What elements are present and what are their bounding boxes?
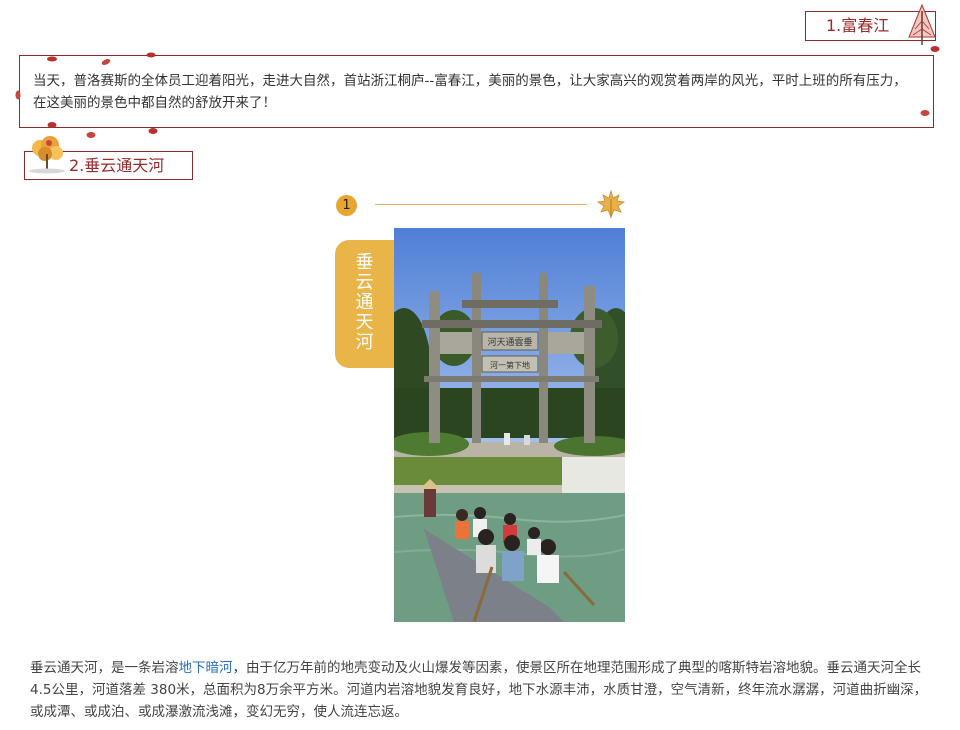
petal-icon: [920, 110, 930, 116]
petal-icon: [101, 59, 111, 65]
arch-sign-bottom: 河一第下地: [490, 360, 530, 370]
intro-text: 当天，普洛赛斯的全体员工迎着阳光，走进大自然，首站浙江桐庐--富春江，美丽的景色…: [33, 73, 907, 111]
description-text: 垂云通天河，是一条岩溶: [30, 660, 179, 676]
description-paragraph: 垂云通天河，是一条岩溶地下暗河，由于亿万年前的地壳变动及火山爆发等因素，使景区所…: [30, 657, 930, 723]
section-title-text: 2.垂云通天河: [69, 156, 165, 175]
arch-sign-top: 河天通雲垂: [487, 336, 532, 348]
petal-icon: [148, 128, 158, 134]
underground-river-link[interactable]: 地下暗河: [179, 660, 233, 676]
autumn-tree-icon: [29, 136, 65, 174]
vertical-title-char: 垂: [355, 252, 374, 273]
vertical-title-char: 河: [355, 332, 374, 353]
petal-icon: [146, 52, 156, 58]
petal-icon: [930, 46, 940, 52]
vertical-title-char: 天: [355, 312, 374, 333]
archway-photo: 河天通雲垂 河一第下地: [394, 228, 625, 457]
step-number-badge: 1: [336, 195, 357, 216]
petal-icon: [47, 56, 57, 62]
intro-paragraph-box: 当天，普洛赛斯的全体员工迎着阳光，走进大自然，首站浙江桐庐--富春江，美丽的景色…: [19, 55, 934, 128]
boat-ride-photo: [394, 457, 625, 622]
maple-leaf-icon: [596, 189, 626, 219]
tree-icon: [908, 3, 936, 45]
section-title-text: 1.富春江: [826, 16, 890, 35]
petal-icon: [47, 122, 57, 128]
petal-icon: [15, 90, 21, 100]
step-divider: [375, 204, 587, 205]
vertical-title-badge: 垂 云 通 天 河: [335, 240, 394, 368]
vertical-title-char: 云: [355, 272, 374, 293]
vertical-title-char: 通: [355, 292, 374, 313]
petal-icon: [86, 132, 96, 138]
